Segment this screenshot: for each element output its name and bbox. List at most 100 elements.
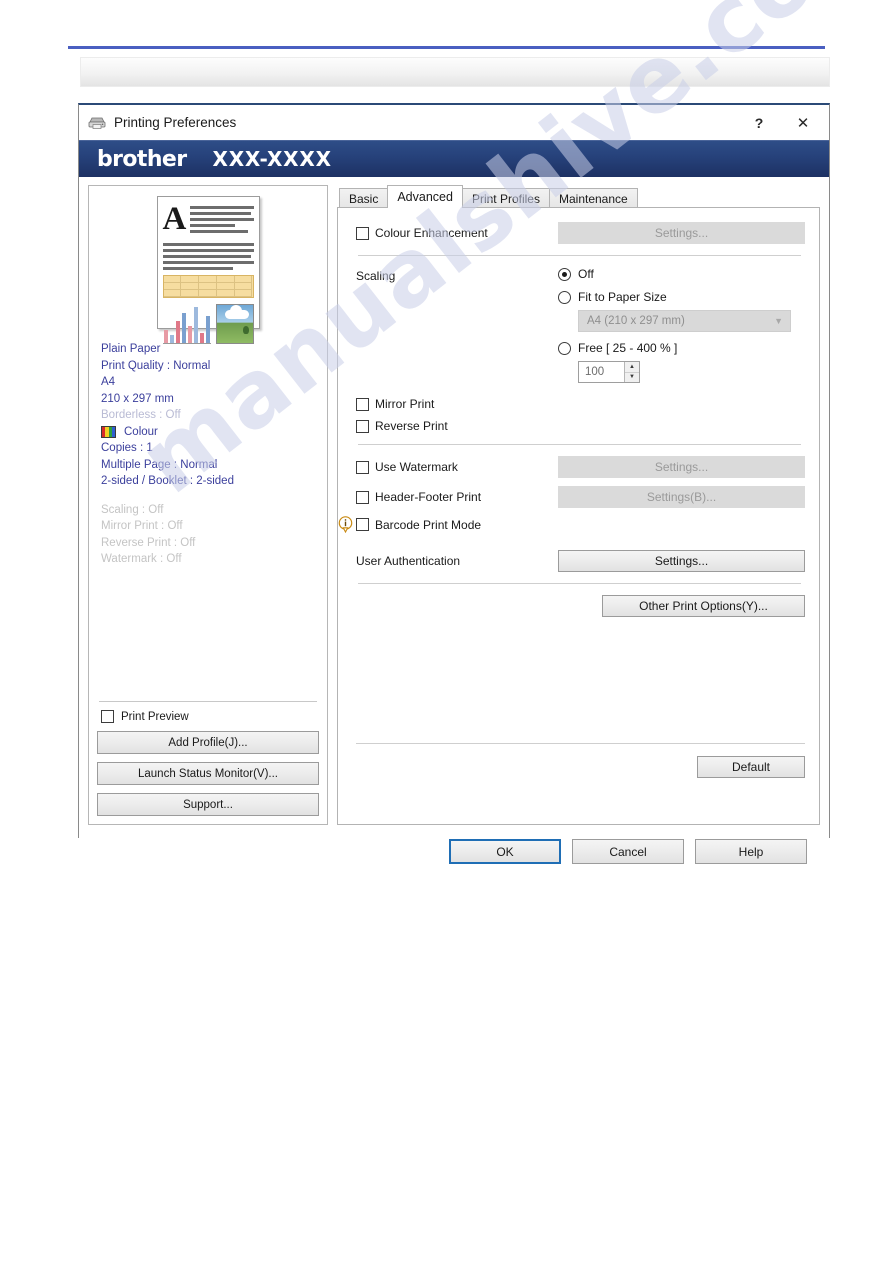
info-icon[interactable] <box>338 516 353 534</box>
checkbox-box <box>356 397 369 411</box>
summary-colour-row: Colour <box>101 424 317 441</box>
scaling-options: Off Fit to Paper Size A4 (210 x 297 mm) … <box>558 267 805 383</box>
colour-enhancement-checkbox[interactable]: Colour Enhancement <box>356 226 558 240</box>
thumb-heading-row: A <box>163 203 254 239</box>
scaling-percent-value: 100 <box>585 366 605 378</box>
titlebar-buttons: ? ✕ <box>737 105 825 140</box>
printing-preferences-dialog: Printing Preferences ? ✕ brother XXX-XXX… <box>78 103 830 903</box>
close-icon[interactable]: ✕ <box>781 106 825 139</box>
divider <box>358 255 801 256</box>
print-preview-label: Print Preview <box>121 710 189 723</box>
summary-line: A4 <box>101 376 116 388</box>
colour-enhancement-settings-wrap: Settings... <box>558 222 805 244</box>
tab-maintenance[interactable]: Maintenance <box>548 188 638 208</box>
advanced-tab-panel: Colour Enhancement Settings... Scaling O… <box>337 207 820 825</box>
settings-panel: Basic Advanced Print Profiles Maintenanc… <box>337 185 820 825</box>
thumb-bar-chart <box>162 304 211 344</box>
tab-advanced[interactable]: Advanced <box>387 185 463 208</box>
scaling-option-label: Off <box>578 267 594 281</box>
summary-line: Mirror Print : Off <box>101 520 183 532</box>
print-preview-checkbox[interactable]: Print Preview <box>97 710 319 731</box>
scaling-label-wrap: Scaling <box>356 267 558 285</box>
add-profile-button[interactable]: Add Profile(J)... <box>97 731 319 754</box>
colour-enhancement-row: Colour Enhancement Settings... <box>356 222 805 244</box>
header-footer-settings-button: Settings(B)... <box>558 486 805 508</box>
summary-line: Borderless : Off <box>101 409 181 421</box>
summary-line: Watermark : Off <box>101 553 182 565</box>
ok-button[interactable]: OK <box>449 839 561 864</box>
other-print-options-row: Other Print Options(Y)... <box>356 595 805 617</box>
user-authentication-label-wrap: User Authentication <box>356 552 558 570</box>
preview-thumbnail-wrap: A <box>97 192 319 344</box>
thumb-table <box>162 275 254 298</box>
page-preview-thumbnail: A <box>156 196 260 344</box>
page-header-bar <box>80 57 830 87</box>
tab-print-profiles[interactable]: Print Profiles <box>461 188 550 208</box>
printer-model: XXX-XXXX <box>212 147 332 171</box>
summary-line: 210 x 297 mm <box>101 392 174 405</box>
use-watermark-checkbox[interactable]: Use Watermark <box>356 460 558 474</box>
printer-icon <box>87 116 107 130</box>
help-titlebar-button[interactable]: ? <box>737 106 781 139</box>
mirror-print-checkbox[interactable]: Mirror Print <box>356 397 805 411</box>
user-authentication-label: User Authentication <box>356 554 461 568</box>
header-footer-wrap: Header-Footer Print <box>356 490 558 504</box>
page-top-rule <box>68 46 825 49</box>
header-footer-label: Header-Footer Print <box>375 490 482 504</box>
scaling-label: Scaling <box>356 269 396 283</box>
left-panel-divider <box>99 701 317 702</box>
scaling-percent-stepper: 100 ▲ ▼ <box>578 361 640 383</box>
dialog-title: Printing Preferences <box>114 115 237 130</box>
user-authentication-settings-wrap: Settings... <box>558 550 805 572</box>
barcode-print-mode-checkbox[interactable]: Barcode Print Mode <box>356 518 481 532</box>
other-print-options-button[interactable]: Other Print Options(Y)... <box>602 595 805 617</box>
checkbox-box <box>356 460 369 474</box>
dialog-action-bar: OK Cancel Help <box>79 825 829 903</box>
header-footer-checkbox[interactable]: Header-Footer Print <box>356 490 558 504</box>
help-button[interactable]: Help <box>695 839 807 864</box>
other-print-options-wrap: Other Print Options(Y)... <box>558 595 805 617</box>
mirror-print-label: Mirror Print <box>375 397 435 411</box>
launch-status-monitor-button[interactable]: Launch Status Monitor(V)... <box>97 762 319 785</box>
divider <box>356 743 805 744</box>
paper-size-value: A4 (210 x 297 mm) <box>587 315 685 327</box>
reverse-print-checkbox[interactable]: Reverse Print <box>356 419 805 433</box>
watermark-settings-wrap: Settings... <box>558 456 805 478</box>
summary-line: Scaling : Off <box>101 503 164 516</box>
user-authentication-settings-button[interactable]: Settings... <box>558 550 805 572</box>
dialog-titlebar: Printing Preferences ? ✕ <box>79 105 829 140</box>
barcode-print-mode-row: Barcode Print Mode <box>338 516 805 534</box>
use-watermark-wrap: Use Watermark <box>356 460 558 474</box>
default-button[interactable]: Default <box>697 756 805 778</box>
use-watermark-label: Use Watermark <box>375 460 458 474</box>
scaling-option-fit[interactable]: Fit to Paper Size <box>558 290 805 304</box>
divider <box>358 444 801 445</box>
checkbox-box <box>356 490 369 504</box>
colour-enhancement-check[interactable]: Colour Enhancement <box>356 226 558 240</box>
reverse-print-label: Reverse Print <box>375 419 448 433</box>
summary-line: 2-sided / Booklet : 2-sided <box>101 475 234 487</box>
summary-line: Reverse Print : Off <box>101 536 196 549</box>
support-button[interactable]: Support... <box>97 793 319 816</box>
checkbox-box <box>356 518 369 531</box>
scaling-option-off[interactable]: Off <box>558 267 805 281</box>
watermark-settings-button: Settings... <box>558 456 805 478</box>
summary-colour-label: Colour <box>124 425 158 438</box>
scaling-option-label: Fit to Paper Size <box>578 290 667 304</box>
chevron-down-icon: ▼ <box>774 316 783 326</box>
tab-bar: Basic Advanced Print Profiles Maintenanc… <box>337 185 820 208</box>
cancel-button[interactable]: Cancel <box>572 839 684 864</box>
header-footer-row: Header-Footer Print Settings(B)... <box>356 486 805 508</box>
checkbox-box <box>101 710 114 723</box>
page-root: manualshive.com Printing Preferences ? ✕ <box>0 0 893 1263</box>
colour-enhancement-settings-button: Settings... <box>558 222 805 244</box>
stepper-down-icon: ▼ <box>629 374 635 381</box>
tab-basic[interactable]: Basic <box>339 188 389 208</box>
thumb-body-lines <box>162 243 254 270</box>
user-authentication-row: User Authentication Settings... <box>356 550 805 572</box>
brother-banner: brother XXX-XXXX <box>79 140 829 177</box>
radio-button <box>558 267 571 281</box>
scaling-option-free[interactable]: Free [ 25 - 400 % ] <box>558 341 805 355</box>
summary-line: Copies : 1 <box>101 442 153 454</box>
colour-enhancement-label: Colour Enhancement <box>375 226 488 240</box>
